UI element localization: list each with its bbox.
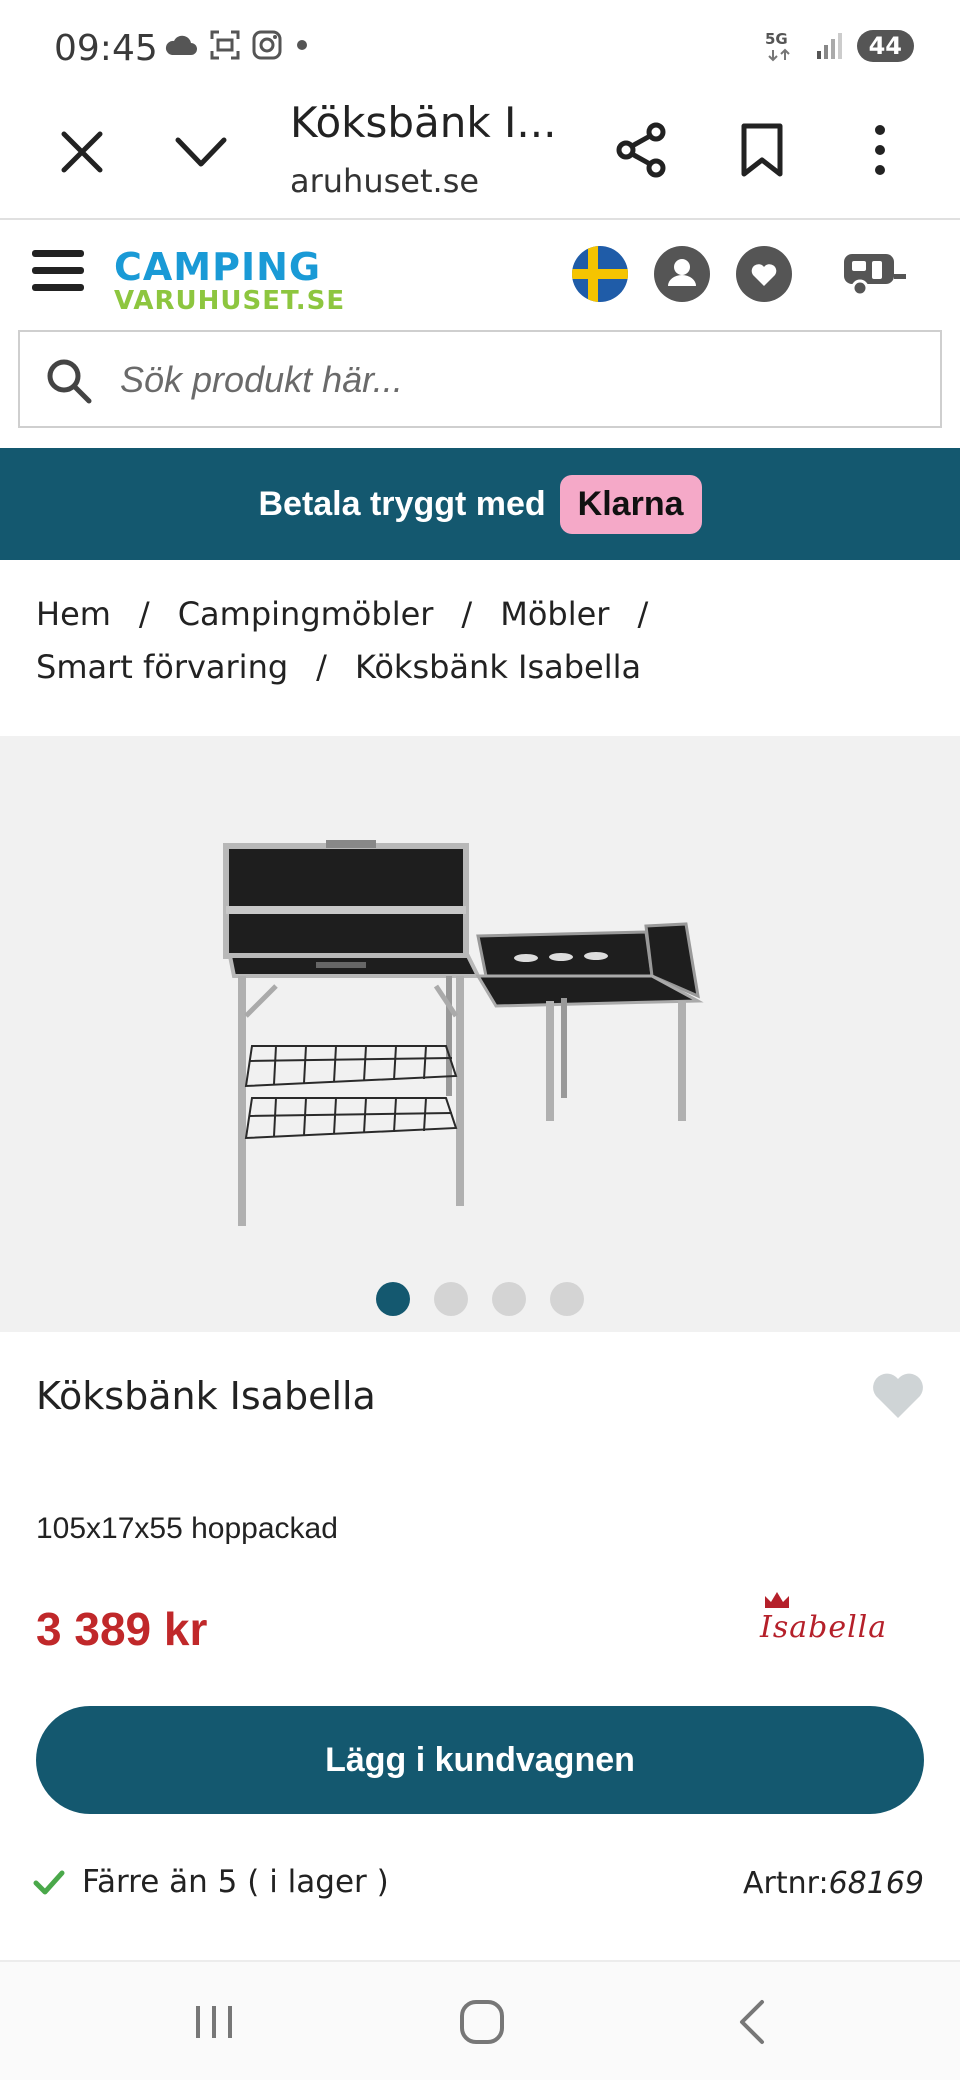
breadcrumb-separator: / [637, 595, 649, 633]
status-system-icons: 5G 44 [763, 28, 914, 64]
stock-status: Färre än 5 ( i lager ) [32, 1864, 389, 1900]
svg-text:5G: 5G [765, 30, 788, 48]
product-image[interactable] [216, 836, 736, 1236]
status-bar: 09:45 5G 44 [0, 0, 960, 96]
gallery-pagination [0, 1282, 960, 1316]
article-number: Artnr:68169 [743, 1866, 924, 1901]
klarna-badge: Klarna [559, 474, 702, 534]
crown-icon [765, 1592, 789, 1608]
battery-indicator: 44 [856, 30, 914, 62]
status-time: 09:45 [54, 28, 158, 69]
network-5g-icon: 5G [765, 30, 790, 62]
close-icon[interactable] [56, 126, 108, 178]
breadcrumb-item-campingmobler[interactable]: Campingmöbler [178, 595, 434, 633]
gallery-dot[interactable] [550, 1282, 584, 1316]
stock-text: Färre än 5 ( i lager ) [82, 1864, 389, 1900]
product-title: Köksbänk Isabella [36, 1374, 376, 1418]
recent-apps-icon[interactable] [184, 1992, 244, 2052]
site-logo[interactable]: CAMPING VARUHUSET.SE [114, 248, 345, 314]
sweden-flag-icon[interactable] [572, 246, 628, 302]
dot-icon [297, 40, 307, 50]
brand-name: Isabella [760, 1610, 888, 1645]
breadcrumb-item-mobler[interactable]: Möbler [500, 595, 609, 633]
user-icon[interactable] [654, 246, 710, 302]
logo-top-text: CAMPING [114, 245, 322, 289]
search-box [18, 330, 942, 428]
browser-page-title[interactable]: Köksbänk I... [290, 98, 556, 147]
brand-logo[interactable]: Isabella [760, 1592, 926, 1648]
bookmark-icon[interactable] [734, 120, 790, 180]
gallery-dot[interactable] [376, 1282, 410, 1316]
add-to-cart-button[interactable]: Lägg i kundvagnen [36, 1706, 924, 1814]
breadcrumb-item-smart-forvaring[interactable]: Smart förvaring [36, 648, 288, 686]
breadcrumb-separator: / [316, 648, 327, 686]
product-gallery[interactable] [0, 736, 960, 1332]
site-header: CAMPING VARUHUSET.SE [0, 222, 960, 326]
klarna-banner[interactable]: Betala tryggt med Klarna [0, 448, 960, 560]
klarna-banner-text: Betala tryggt med [258, 484, 546, 523]
system-nav-bar [0, 1960, 960, 2080]
favorite-heart-icon[interactable] [870, 1370, 926, 1420]
home-icon[interactable] [452, 1992, 512, 2052]
browser-toolbar: Köksbänk I... aruhuset.se [0, 96, 960, 220]
check-icon [33, 1870, 65, 1895]
instagram-icon [252, 30, 282, 60]
breadcrumb: Hem / Campingmöbler / Möbler / Smart förvaring… [36, 588, 936, 694]
artnr-value: 68169 [828, 1866, 924, 1901]
heart-icon[interactable] [736, 246, 792, 302]
back-icon[interactable] [722, 1992, 782, 2052]
more-options-icon[interactable] [862, 120, 898, 180]
artnr-label: Artnr: [743, 1866, 829, 1901]
share-icon[interactable] [612, 120, 672, 180]
breadcrumb-item-hem[interactable]: Hem [36, 595, 111, 633]
breadcrumb-separator: / [461, 595, 473, 633]
screenshot-icon [210, 30, 240, 60]
breadcrumb-item-current: Köksbänk Isabella [354, 648, 642, 686]
product-description: 105x17x55 hoppackad [36, 1512, 338, 1545]
gallery-dot[interactable] [492, 1282, 526, 1316]
breadcrumb-separator: / [138, 595, 150, 633]
browser-url[interactable]: aruhuset.se [290, 162, 479, 200]
product-price: 3 389 kr [36, 1603, 208, 1655]
menu-icon[interactable] [32, 250, 84, 294]
status-notification-icons [164, 30, 310, 60]
logo-bottom-text: VARUHUSET.SE [114, 286, 346, 316]
signal-icon [816, 33, 842, 59]
search-input[interactable] [120, 350, 920, 410]
caravan-icon[interactable] [840, 244, 908, 304]
gallery-dot[interactable] [434, 1282, 468, 1316]
search-icon[interactable] [44, 356, 94, 406]
chevron-down-icon[interactable] [172, 126, 230, 178]
cloud-icon [165, 35, 197, 55]
